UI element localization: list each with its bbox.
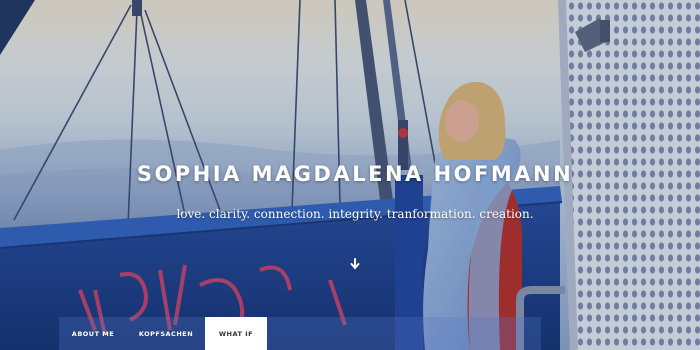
tab-kopfsachen[interactable]: KOPFSACHEN: [127, 317, 205, 350]
tab-about-me[interactable]: ABOUT ME: [59, 317, 127, 350]
tab-what-if[interactable]: WHAT IF: [205, 317, 267, 350]
arrow-down-icon[interactable]: [349, 255, 361, 270]
hero-section: SOPHIA MAGDALENA HOFMANN love. clarity. …: [0, 0, 700, 350]
main-navigation: ABOUT ME KOPFSACHEN WHAT IF: [59, 317, 541, 350]
hero-tagline: love. clarity. connection. integrity. tr…: [176, 207, 534, 221]
hero-title: SOPHIA MAGDALENA HOFMANN: [136, 162, 574, 186]
